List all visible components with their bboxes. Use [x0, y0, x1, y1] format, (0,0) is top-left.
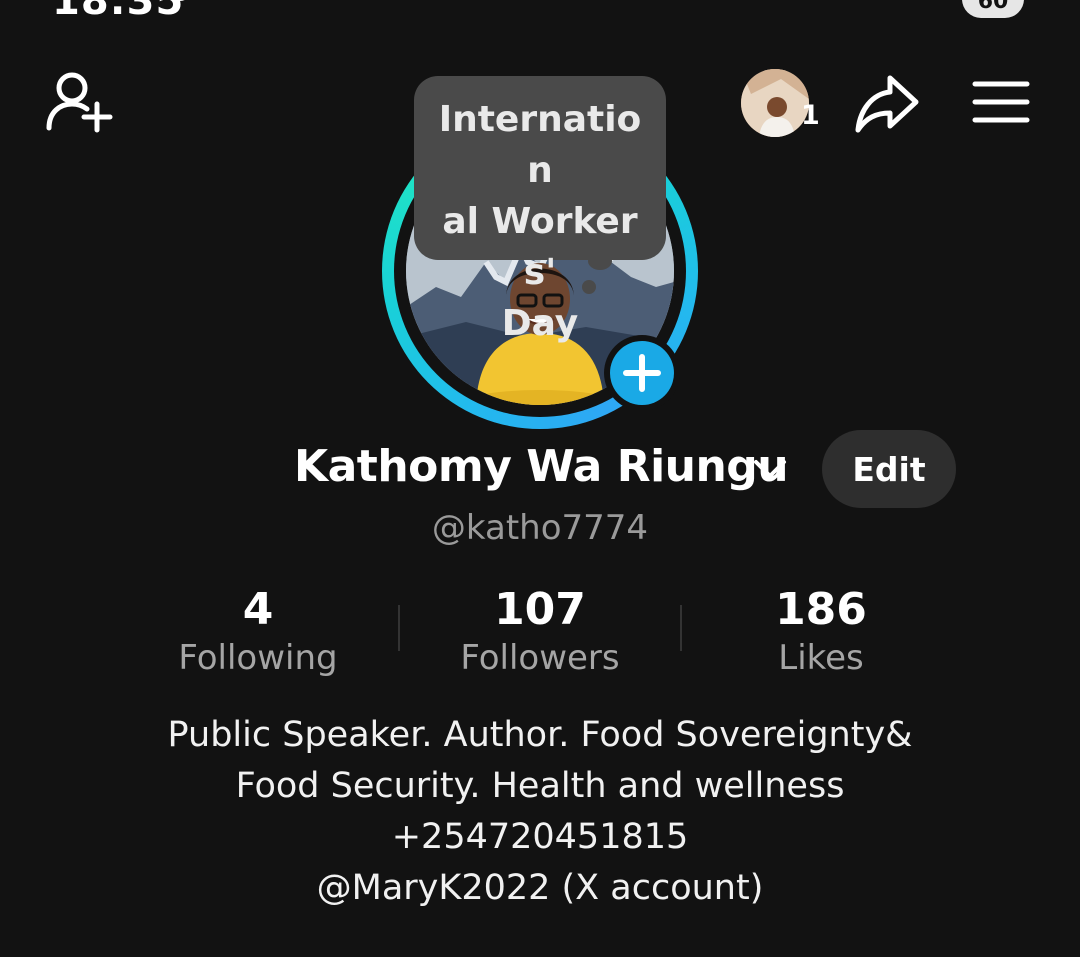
status-time: 18:35	[52, 0, 185, 24]
bio-x-account: @MaryK2022 (X account)	[316, 868, 764, 908]
visitor-count: 1	[801, 100, 820, 131]
profile-handle: @katho7774	[431, 508, 649, 548]
hamburger-menu-icon	[972, 81, 1030, 123]
account-switcher[interactable]	[752, 456, 788, 482]
add-friend-button[interactable]	[44, 68, 116, 134]
following-count: 4	[242, 584, 274, 635]
likes-count: 186	[775, 584, 867, 635]
plus-icon	[623, 354, 661, 392]
likes-label: Likes	[778, 638, 864, 678]
status-notification-icons	[170, 0, 340, 20]
followers-label: Followers	[460, 638, 620, 678]
profile-note-bubble[interactable]: Internation al Workers' Day	[414, 76, 666, 344]
profile-name[interactable]: Kathomy Wa Riungu	[294, 441, 789, 492]
note-line: Day	[501, 303, 579, 344]
share-profile-button[interactable]	[852, 72, 922, 136]
edit-profile-button[interactable]: Edit	[822, 430, 956, 508]
following-label: Following	[178, 638, 338, 678]
share-icon	[855, 75, 919, 133]
battery-indicator: 60	[962, 0, 1024, 18]
profile-visitors-avatar[interactable]	[741, 69, 809, 137]
bio-phone[interactable]: +254720451815	[60, 812, 1020, 863]
add-friend-icon	[46, 72, 113, 133]
bio-line: Food Security. Health and wellness	[235, 766, 845, 806]
chevron-down-icon	[754, 460, 786, 478]
stat-likes[interactable]: 186 Likes	[681, 584, 961, 680]
stat-followers[interactable]: 107 Followers	[400, 584, 680, 680]
stat-following[interactable]: 4 Following	[118, 584, 398, 680]
note-line: Internation	[438, 99, 642, 191]
note-bubble-tail	[588, 252, 612, 270]
note-bubble-tail-dot	[582, 280, 596, 294]
bio-line: Public Speaker. Author. Food Sovereignty…	[167, 715, 913, 755]
status-signal-icons	[780, 0, 950, 18]
profile-bio: Public Speaker. Author. Food Sovereignty…	[60, 710, 1020, 914]
note-line: al Workers'	[442, 201, 638, 293]
menu-button[interactable]	[972, 80, 1030, 124]
followers-count: 107	[494, 584, 586, 635]
